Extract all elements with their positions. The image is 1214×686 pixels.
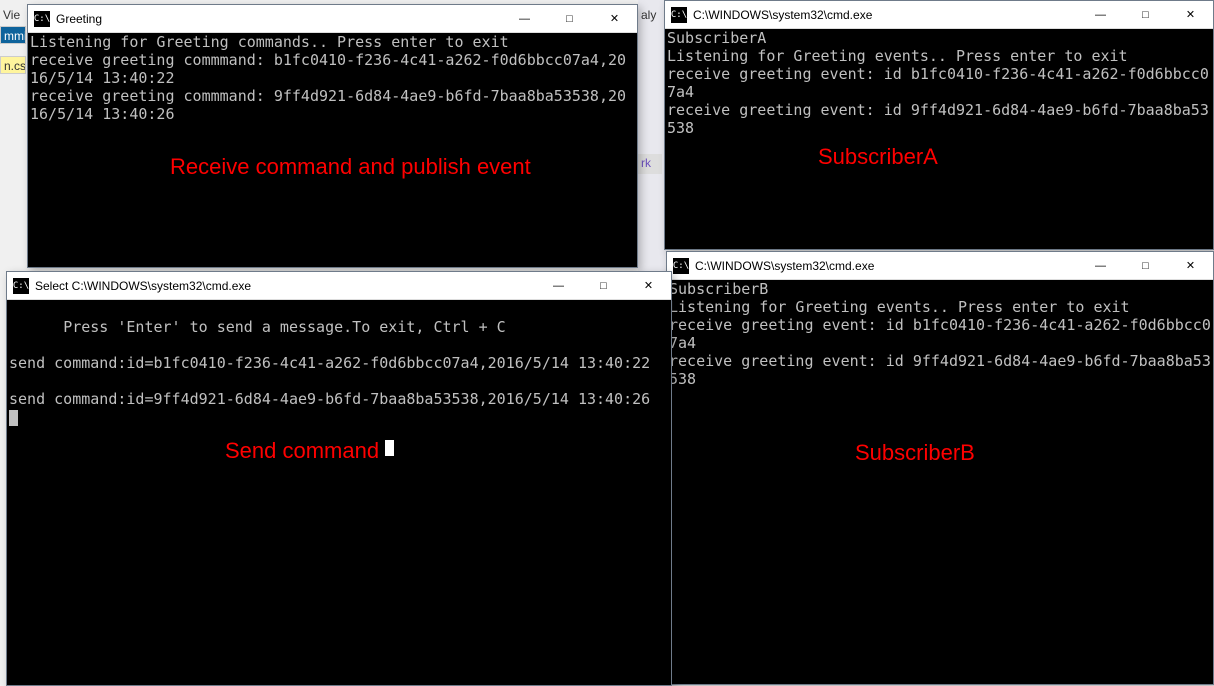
terminal-cursor	[9, 410, 18, 426]
maximize-button[interactable]: □	[1123, 252, 1168, 280]
bg-fragment-rk: rk	[638, 154, 662, 174]
window-sender[interactable]: C:\ Select C:\WINDOWS\system32\cmd.exe ―…	[6, 271, 672, 686]
bg-fragment-analyze: aly	[638, 6, 664, 22]
terminal-output[interactable]: SubscriberA Listening for Greeting event…	[665, 29, 1213, 249]
cmd-icon: C:\	[671, 7, 687, 23]
window-title: Select C:\WINDOWS\system32\cmd.exe	[35, 279, 251, 293]
titlebar[interactable]: C:\ C:\WINDOWS\system32\cmd.exe ― □ ✕	[665, 1, 1213, 29]
titlebar[interactable]: C:\ Select C:\WINDOWS\system32\cmd.exe ―…	[7, 272, 671, 300]
window-greeting[interactable]: C:\ Greeting ― □ ✕ Listening for Greetin…	[27, 4, 638, 268]
cmd-icon: C:\	[34, 11, 50, 27]
minimize-button[interactable]: ―	[502, 5, 547, 33]
bg-fragment-view: Vie	[0, 6, 26, 22]
terminal-output[interactable]: Listening for Greeting commands.. Press …	[28, 33, 637, 267]
maximize-button[interactable]: □	[581, 272, 626, 300]
titlebar[interactable]: C:\ Greeting ― □ ✕	[28, 5, 637, 33]
close-button[interactable]: ✕	[592, 5, 637, 33]
close-button[interactable]: ✕	[1168, 252, 1213, 280]
terminal-text: Press 'Enter' to send a message.To exit,…	[9, 318, 650, 408]
maximize-button[interactable]: □	[1123, 1, 1168, 29]
minimize-button[interactable]: ―	[1078, 252, 1123, 280]
window-subscriber-b[interactable]: C:\ C:\WINDOWS\system32\cmd.exe ― □ ✕ Su…	[666, 251, 1214, 685]
window-title: C:\WINDOWS\system32\cmd.exe	[695, 259, 874, 273]
window-title: Greeting	[56, 12, 102, 26]
minimize-button[interactable]: ―	[1078, 1, 1123, 29]
window-title: C:\WINDOWS\system32\cmd.exe	[693, 8, 872, 22]
maximize-button[interactable]: □	[547, 5, 592, 33]
window-subscriber-a[interactable]: C:\ C:\WINDOWS\system32\cmd.exe ― □ ✕ Su…	[664, 0, 1214, 250]
cmd-icon: C:\	[13, 278, 29, 294]
close-button[interactable]: ✕	[626, 272, 671, 300]
minimize-button[interactable]: ―	[536, 272, 581, 300]
close-button[interactable]: ✕	[1168, 1, 1213, 29]
bg-fragment-tab-2: n.cs	[0, 56, 26, 74]
bg-fragment-tab-1: mmi	[0, 26, 26, 44]
terminal-output[interactable]: SubscriberB Listening for Greeting event…	[667, 280, 1213, 684]
titlebar[interactable]: C:\ C:\WINDOWS\system32\cmd.exe ― □ ✕	[667, 252, 1213, 280]
cmd-icon: C:\	[673, 258, 689, 274]
desktop: Vie mmi n.cs aly rk C:\ Greeting ― □ ✕ L…	[0, 0, 1214, 686]
terminal-output[interactable]: Press 'Enter' to send a message.To exit,…	[7, 300, 671, 685]
text-selection-caret	[385, 440, 394, 456]
